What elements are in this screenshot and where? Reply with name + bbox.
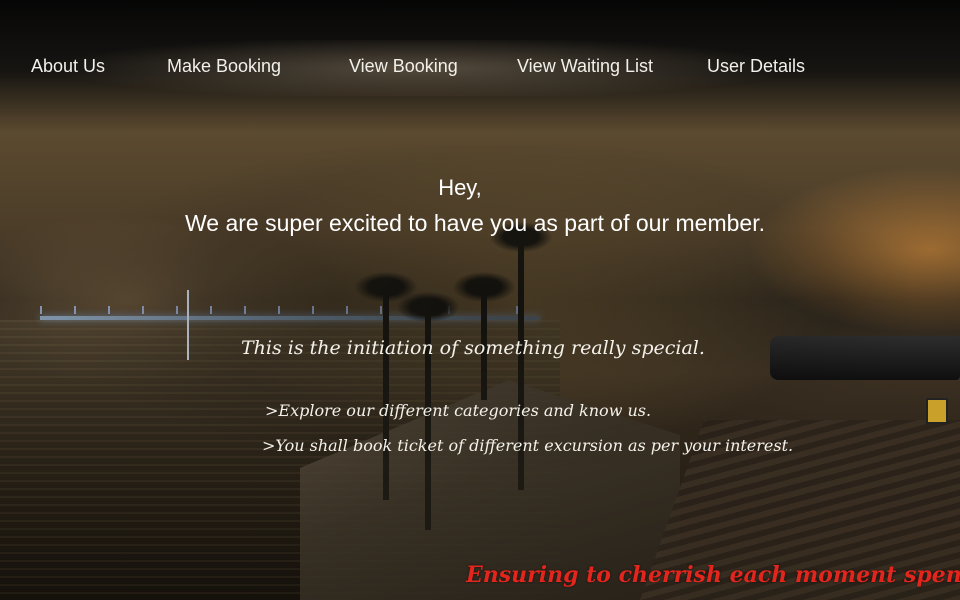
nav-item-about-us[interactable]: About Us [31,56,105,77]
welcome-point: >Explore our different categories and kn… [265,401,652,420]
warning-sign [926,398,948,424]
nav-item-make-booking[interactable]: Make Booking [167,56,281,77]
nav-item-view-booking[interactable]: View Booking [349,56,458,77]
nav-item-view-waiting-list[interactable]: View Waiting List [517,56,653,77]
welcome-point: >You shall book ticket of different excu… [262,436,794,455]
nav-item-user-details[interactable]: User Details [707,56,805,77]
greeting: Hey, [438,175,482,200]
welcome-tagline: This is the initiation of something real… [241,337,705,359]
background-scene: About Us Make Booking View Booking View … [0,0,960,600]
footer-tagline: Ensuring to cherrish each moment spent w… [466,562,960,588]
welcome-headline: We are super excited to have you as part… [185,210,765,236]
